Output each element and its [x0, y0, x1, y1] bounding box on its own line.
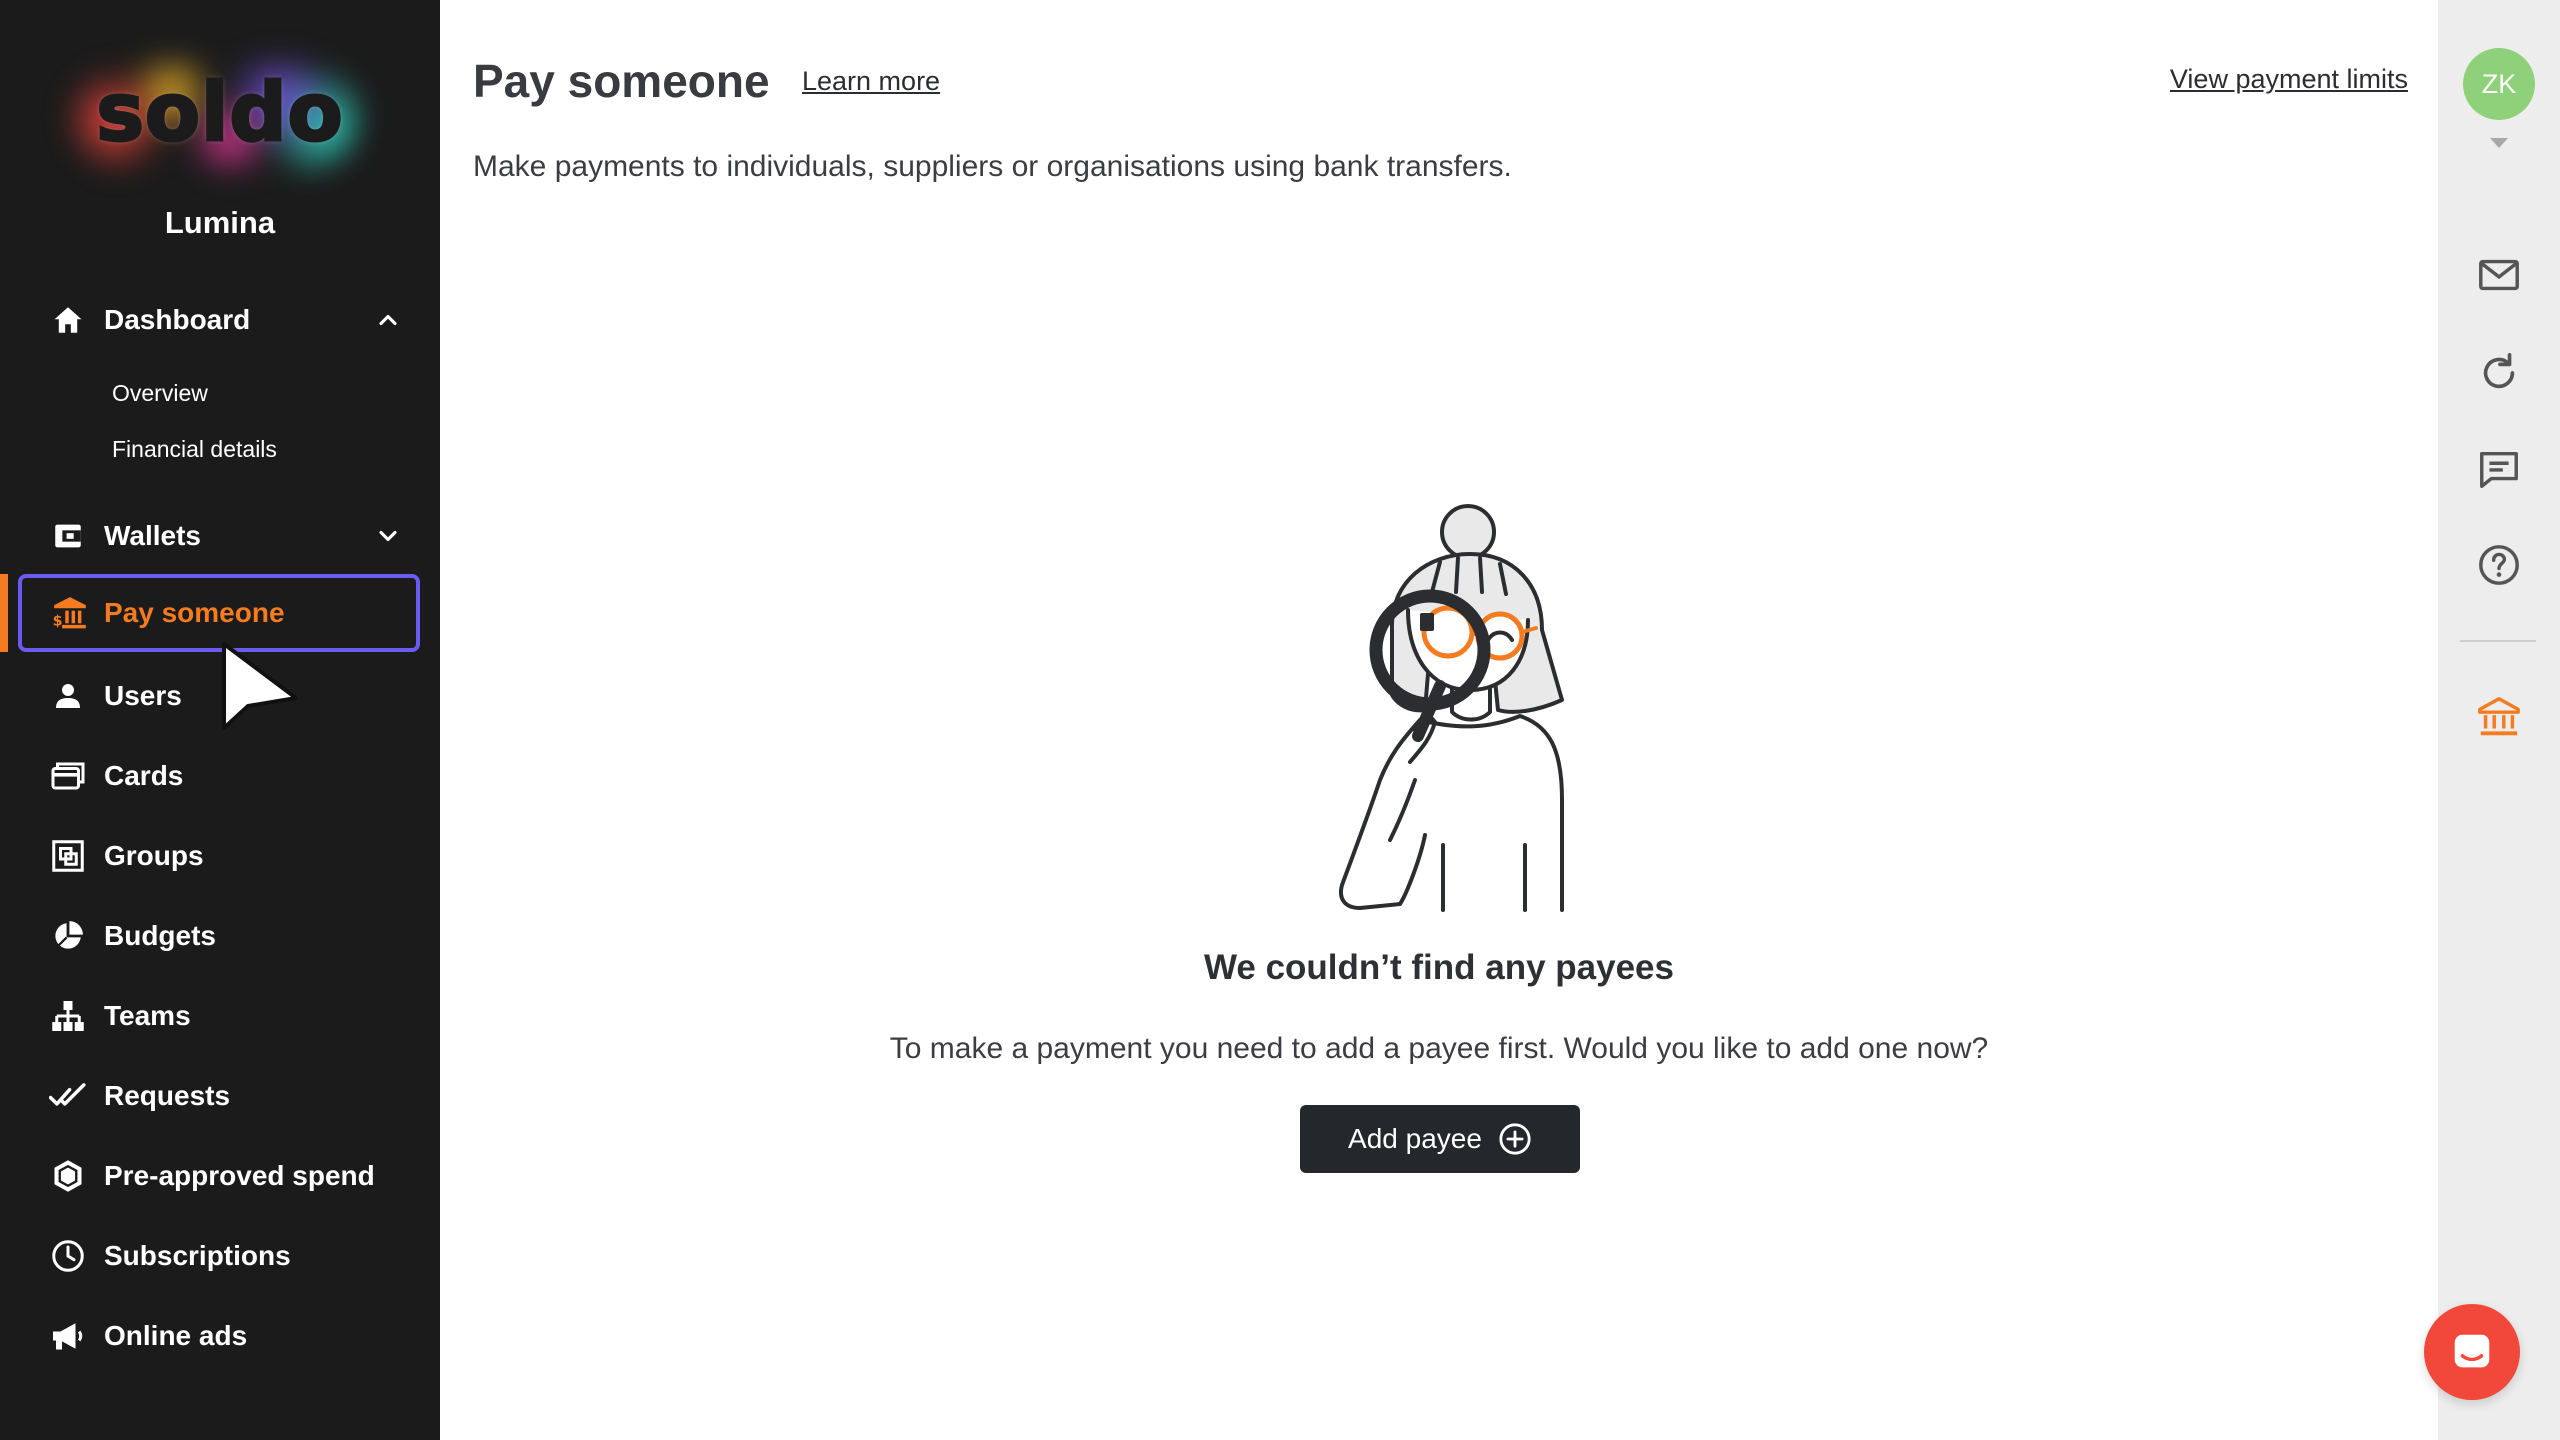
mouse-pointer-icon: [222, 642, 298, 730]
nav-groups[interactable]: Groups: [0, 826, 440, 886]
nav-cards-label: Cards: [104, 760, 184, 791]
megaphone-icon: [48, 1316, 88, 1356]
nav-budgets-label: Budgets: [104, 920, 216, 951]
empty-state-description: To make a payment you need to add a paye…: [889, 1032, 1989, 1065]
chat-launcher-button[interactable]: [2424, 1304, 2520, 1400]
empty-state-title: We couldn’t find any payees: [1203, 948, 1674, 987]
chevron-up-icon[interactable]: [374, 306, 402, 334]
wallet-icon: [48, 516, 88, 556]
double-check-icon: [48, 1076, 88, 1116]
clock-icon: [48, 1236, 88, 1276]
groups-icon: [48, 836, 88, 876]
empty-state-illustration: [1339, 504, 1564, 912]
page-title: Pay someone: [473, 55, 770, 107]
cards-icon: [48, 756, 88, 796]
nav-wallets[interactable]: Wallets: [0, 506, 440, 566]
bank-transfer-icon: $: [50, 593, 90, 633]
right-rail: ZK: [2438, 0, 2560, 1440]
refresh-icon[interactable]: [2476, 350, 2522, 396]
caret-down-icon[interactable]: [2490, 138, 2508, 148]
bank-icon[interactable]: [2476, 694, 2522, 740]
nav-dashboard[interactable]: Dashboard: [0, 290, 440, 350]
learn-more-link[interactable]: Learn more: [802, 66, 940, 97]
nav-pre-approved-spend[interactable]: Pre-approved spend: [0, 1146, 440, 1206]
svg-text:$: $: [53, 614, 63, 630]
chat-icon: [2454, 1334, 2490, 1368]
organisation-name: Lumina: [164, 205, 276, 240]
mail-icon[interactable]: [2476, 252, 2522, 298]
nav-subscriptions[interactable]: Subscriptions: [0, 1226, 440, 1286]
nav-pre-approved-label: Pre-approved spend: [104, 1160, 375, 1191]
nav-groups-label: Groups: [104, 840, 204, 871]
logo-text: soldo: [95, 66, 344, 159]
nav-requests-label: Requests: [104, 1080, 231, 1111]
nav-dashboard-label: Dashboard: [104, 304, 251, 335]
help-icon[interactable]: [2476, 542, 2522, 588]
nav-teams[interactable]: Teams: [0, 986, 440, 1046]
add-payee-button[interactable]: Add payee: [1300, 1105, 1580, 1173]
shield-badge-icon: [48, 1156, 88, 1196]
nav-requests[interactable]: Requests: [0, 1066, 440, 1126]
view-payment-limits-link[interactable]: View payment limits: [2170, 64, 2408, 95]
main-content: Pay someone Learn more View payment limi…: [440, 0, 2438, 1440]
plus-circle-icon: [1499, 1123, 1531, 1155]
nav-online-ads[interactable]: Online ads: [0, 1306, 440, 1366]
nav-teams-label: Teams: [104, 1000, 191, 1031]
chevron-down-icon[interactable]: [374, 522, 402, 550]
add-payee-label: Add payee: [1348, 1123, 1482, 1154]
pie-chart-icon: [48, 916, 88, 956]
nav-budgets[interactable]: Budgets: [0, 906, 440, 966]
nav-pay-someone-label: Pay someone: [104, 597, 285, 628]
nav-users-label: Users: [104, 680, 182, 711]
home-icon: [48, 300, 88, 340]
message-icon[interactable]: [2476, 446, 2522, 492]
nav-wallets-label: Wallets: [104, 520, 201, 551]
nav-sub-overview[interactable]: Overview: [112, 380, 208, 407]
page-description: Make payments to individuals, suppliers …: [473, 150, 1512, 183]
nav-subscriptions-label: Subscriptions: [104, 1240, 291, 1271]
nav-cards[interactable]: Cards: [0, 746, 440, 806]
active-indicator: [0, 574, 8, 652]
nav-sub-financial-details[interactable]: Financial details: [112, 436, 277, 463]
hierarchy-icon: [48, 996, 88, 1036]
nav-pay-someone[interactable]: $ Pay someone: [18, 574, 420, 652]
nav-online-ads-label: Online ads: [104, 1320, 248, 1351]
soldo-logo[interactable]: soldo: [0, 40, 440, 190]
rail-divider: [2460, 640, 2536, 642]
user-icon: [48, 676, 88, 716]
user-avatar[interactable]: ZK: [2463, 48, 2535, 120]
